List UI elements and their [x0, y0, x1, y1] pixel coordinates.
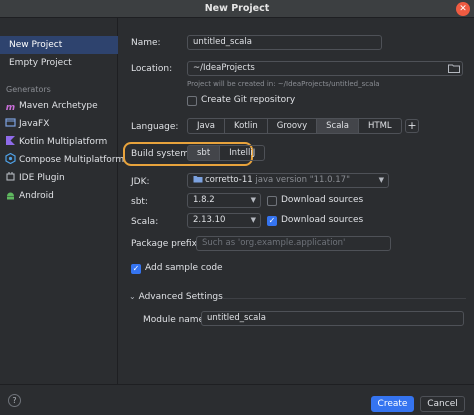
folder-icon[interactable]	[448, 64, 460, 73]
title-bar: New Project ✕	[0, 0, 474, 18]
language-option-groovy[interactable]: Groovy	[268, 119, 318, 133]
name-label: Name:	[131, 38, 161, 48]
chevron-down-icon: ⌄	[129, 292, 136, 301]
location-hint: Project will be created in: ~/IdeaProjec…	[187, 80, 380, 88]
build-option-sbt[interactable]: sbt	[188, 146, 221, 160]
sidebar-item-label: New Project	[9, 40, 63, 50]
sidebar-item-label: Maven Archetype	[19, 101, 98, 111]
location-label: Location:	[131, 64, 173, 74]
new-project-form: Name: untitled_scala Location: ~/IdeaPro…	[119, 18, 474, 384]
sidebar-item-new-project[interactable]: New Project	[0, 36, 118, 54]
module-name-label: Module name:	[143, 315, 208, 325]
jdk-folder-icon	[193, 175, 203, 187]
scala-label: Scala:	[131, 217, 159, 227]
advanced-settings-label: Advanced Settings	[138, 292, 223, 302]
language-option-kotlin[interactable]: Kotlin	[225, 119, 268, 133]
sbt-version-select[interactable]: 1.8.2 ▼	[187, 193, 261, 208]
language-label: Language:	[131, 122, 179, 132]
language-option-scala[interactable]: Scala	[317, 119, 359, 133]
sbt-label: sbt:	[131, 197, 148, 207]
location-field[interactable]: ~/IdeaProjects	[187, 61, 463, 76]
plugin-icon	[5, 171, 16, 182]
chevron-down-icon: ▼	[250, 196, 256, 204]
sidebar-item-label: Compose Multiplatform	[19, 155, 125, 165]
create-button[interactable]: Create	[371, 396, 414, 412]
sidebar-item-label: Kotlin Multiplatform	[19, 137, 108, 147]
kotlin-icon	[5, 135, 16, 146]
sample-code-label: Add sample code	[145, 263, 223, 273]
compose-icon	[5, 152, 16, 165]
git-label: Create Git repository	[201, 95, 296, 105]
sidebar-item-android[interactable]: Android	[0, 187, 118, 205]
language-option-java[interactable]: Java	[188, 119, 225, 133]
jdk-label: JDK:	[131, 177, 150, 187]
build-system-selector: sbt IntelliJ	[187, 145, 266, 161]
scala-value: 2.13.10	[193, 215, 226, 225]
location-value: ~/IdeaProjects	[193, 63, 255, 73]
javafx-icon	[5, 117, 16, 128]
scala-download-sources-checkbox[interactable]: ✓	[267, 216, 277, 226]
window-title: New Project	[204, 3, 270, 14]
sidebar-item-compose-multiplatform[interactable]: Compose Multiplatform	[0, 151, 124, 169]
sbt-download-sources-checkbox[interactable]	[267, 196, 277, 206]
language-option-html[interactable]: HTML	[359, 119, 401, 133]
maven-icon: m	[5, 103, 16, 113]
sbt-download-sources-label: Download sources	[281, 195, 364, 205]
sidebar-item-label: Empty Project	[9, 58, 72, 68]
module-name-field[interactable]: untitled_scala	[201, 311, 464, 326]
jdk-version: java version "11.0.17"	[255, 175, 350, 185]
chevron-down-icon: ▼	[378, 176, 384, 184]
jdk-value: corretto-11	[205, 175, 253, 185]
sidebar-item-javafx[interactable]: JavaFX	[0, 115, 118, 133]
sbt-value: 1.8.2	[193, 195, 215, 205]
sidebar-item-ide-plugin[interactable]: IDE Plugin	[0, 169, 118, 187]
advanced-settings-toggle[interactable]: ⌄ Advanced Settings	[129, 292, 223, 302]
build-option-intellij[interactable]: IntelliJ	[220, 146, 264, 160]
sidebar-item-empty-project[interactable]: Empty Project	[0, 54, 118, 72]
sidebar-item-label: JavaFX	[19, 119, 50, 129]
sample-code-checkbox[interactable]: ✓	[131, 264, 141, 274]
help-icon[interactable]: ?	[8, 394, 21, 407]
package-prefix-label: Package prefix:	[131, 239, 200, 249]
scala-version-select[interactable]: 2.13.10 ▼	[187, 213, 261, 228]
divider	[222, 298, 466, 299]
sidebar-item-maven-archetype[interactable]: m Maven Archetype	[0, 97, 118, 115]
name-field[interactable]: untitled_scala	[187, 35, 382, 50]
generators-header: Generators	[6, 85, 51, 94]
sidebar-item-kotlin-multiplatform[interactable]: Kotlin Multiplatform	[0, 133, 118, 151]
language-selector: Java Kotlin Groovy Scala HTML	[187, 118, 402, 134]
dialog-footer: ? Create Cancel	[0, 384, 474, 415]
sidebar: New Project Empty Project Generators m Ma…	[0, 18, 124, 384]
jdk-select[interactable]: corretto-11 java version "11.0.17" ▼	[187, 173, 389, 188]
build-system-label: Build system:	[131, 149, 193, 159]
sidebar-item-label: Android	[19, 191, 54, 201]
cancel-button[interactable]: Cancel	[420, 396, 465, 412]
chevron-down-icon: ▼	[250, 216, 256, 224]
window-close-button[interactable]: ✕	[456, 2, 470, 16]
add-language-button[interactable]: +	[405, 119, 419, 133]
sidebar-item-label: IDE Plugin	[19, 173, 65, 183]
scala-download-sources-label: Download sources	[281, 215, 364, 225]
git-checkbox[interactable]	[187, 96, 197, 106]
android-icon	[5, 189, 16, 200]
package-prefix-field[interactable]: Such as 'org.example.application'	[196, 236, 391, 251]
